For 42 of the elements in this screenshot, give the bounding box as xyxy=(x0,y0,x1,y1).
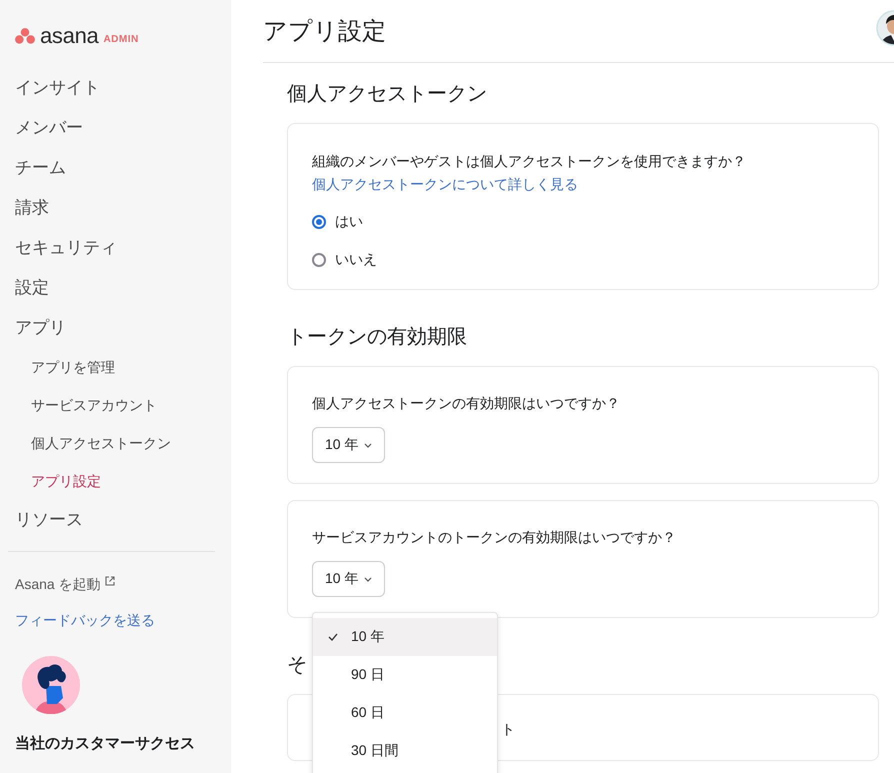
checkmark-icon xyxy=(328,633,338,641)
nav-item[interactable]: アプリ xyxy=(0,308,81,348)
logo-text: asana xyxy=(40,23,98,49)
section-heading: そ xyxy=(287,653,307,678)
duration-select[interactable]: 10 年 xyxy=(312,561,386,597)
person-illustration-icon xyxy=(22,656,80,714)
dropdown-option[interactable]: 30 日間 xyxy=(313,732,497,770)
logo-icon xyxy=(15,28,35,44)
question-text: 個人アクセストークンの有効期限はいつですか？ xyxy=(312,394,621,413)
nav-subitem[interactable]: アプリを管理 xyxy=(0,348,130,386)
section-heading: トークンの有効期限 xyxy=(287,325,467,350)
page-title: アプリ設定 xyxy=(263,17,386,47)
description-text: ト xyxy=(500,720,516,739)
nav-item[interactable]: メンバー xyxy=(0,108,98,148)
radio-label[interactable]: はい xyxy=(335,213,363,231)
nav-item[interactable]: セキュリティ xyxy=(0,228,132,268)
radio-button[interactable] xyxy=(312,215,326,229)
nav-item[interactable]: 設定 xyxy=(0,268,64,308)
nav-item[interactable]: チーム xyxy=(0,148,81,188)
radio-label[interactable]: いいえ xyxy=(335,251,377,269)
learn-more-link[interactable]: 個人アクセストークンについて詳しく見る xyxy=(312,173,578,196)
nav-subitem[interactable]: アプリ設定 xyxy=(0,462,116,500)
dropdown-option[interactable]: 10 年 xyxy=(313,618,497,656)
chevron-down-icon xyxy=(364,442,372,448)
nav-item[interactable]: リソース xyxy=(0,500,98,540)
launch-link[interactable]: Asana を起動 xyxy=(15,566,115,602)
nav-subitem[interactable]: 個人アクセストークン xyxy=(0,424,186,462)
feedback-link[interactable]: フィードバックを送る xyxy=(15,602,155,638)
nav-subitem[interactable]: サービスアカウント xyxy=(0,386,172,424)
dropdown-option[interactable]: 60 日 xyxy=(313,694,497,732)
question-text: 組織のメンバーやゲストは個人アクセストークンを使用できますか？ xyxy=(312,153,746,169)
external-link-icon xyxy=(104,576,115,586)
admin-label: ADMIN xyxy=(103,34,139,44)
dropdown-option[interactable]: 90 日 xyxy=(313,656,497,694)
duration-select[interactable]: 10 年 xyxy=(312,427,386,463)
section-heading: 個人アクセストークン xyxy=(287,82,487,107)
question-text: サービスアカウントのトークンの有効期限はいつですか？ xyxy=(312,528,677,547)
nav-item[interactable]: 請求 xyxy=(0,188,64,228)
chevron-down-icon xyxy=(364,576,372,582)
radio-button[interactable] xyxy=(312,253,326,267)
promo-text: 当社のカスタマーサクセス xyxy=(15,734,195,754)
nav-item[interactable]: インサイト xyxy=(0,68,115,108)
